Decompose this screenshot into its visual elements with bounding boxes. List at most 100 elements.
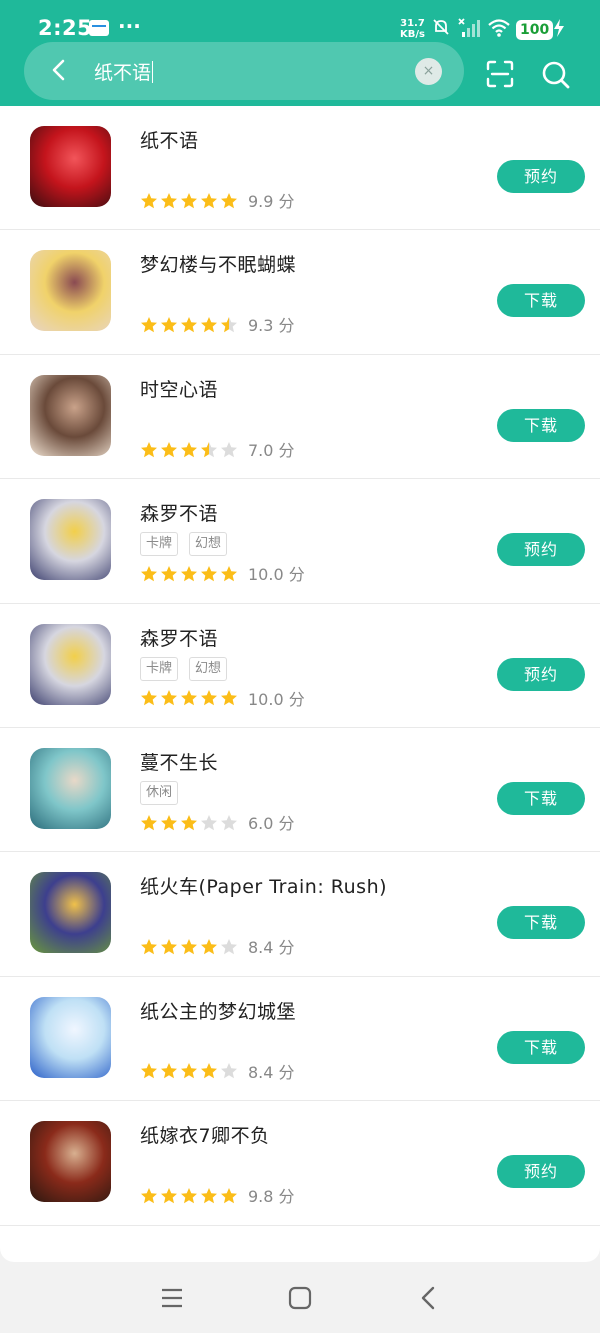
star-icon <box>221 565 237 582</box>
search-results-list: 纸不语 9.9 分预约 梦幻楼与不眠蝴蝶 9.3 分下载 时空心语 7.0 分下载 森罗不语… <box>0 106 600 1262</box>
star-icon <box>141 441 157 457</box>
app-icon[interactable] <box>30 1121 111 1203</box>
star-icon <box>201 317 217 333</box>
score-text: 8.4 分 <box>248 938 295 958</box>
category-tag: 幻想 <box>189 656 228 681</box>
charging-icon <box>553 18 565 42</box>
rating: 10.0 分 <box>140 686 305 709</box>
reserve-button[interactable]: 预约 <box>497 657 585 691</box>
back-arrow-icon[interactable] <box>48 58 72 82</box>
app-title[interactable]: 时空心语 <box>140 375 218 402</box>
app-title[interactable]: 森罗不语 <box>140 499 218 526</box>
result-row[interactable]: 梦幻楼与不眠蝴蝶 9.3 分 下载 <box>0 230 600 355</box>
download-button[interactable]: 下载 <box>497 1030 585 1064</box>
star-rating <box>140 688 240 708</box>
search-icon[interactable] <box>541 60 571 90</box>
rating: 9.3 分 <box>140 312 295 336</box>
app-icon[interactable] <box>30 499 111 581</box>
star-icon <box>161 1187 177 1204</box>
rating: 10.0 分 <box>140 561 305 584</box>
app-title[interactable]: 纸公主的梦幻城堡 <box>140 997 296 1024</box>
result-row[interactable]: 蔓不生长休闲 6.0 分 下载 <box>0 728 600 853</box>
star-icon <box>141 317 157 333</box>
star-icon <box>181 565 197 582</box>
score-text: 7.0 分 <box>248 440 295 460</box>
app-icon[interactable] <box>30 623 111 705</box>
score-text: 10.0 分 <box>248 689 305 709</box>
star-icon <box>181 939 197 955</box>
rating: 6.0 分 <box>140 810 295 833</box>
star-icon <box>141 192 157 208</box>
star-rating <box>140 1061 240 1081</box>
star-icon <box>221 939 237 955</box>
search-input[interactable]: 纸不语 <box>94 58 154 85</box>
reserve-button[interactable]: 预约 <box>497 160 585 193</box>
score-text: 9.3 分 <box>248 316 295 336</box>
app-title[interactable]: 纸不语 <box>140 126 199 153</box>
star-icon <box>141 1063 157 1079</box>
download-button[interactable]: 下载 <box>497 781 585 815</box>
mute-bell-icon <box>432 18 450 41</box>
reserve-button[interactable]: 预约 <box>497 1155 585 1189</box>
star-rating <box>140 812 240 832</box>
score-text: 6.0 分 <box>248 813 295 833</box>
system-nav-bar <box>0 1262 600 1333</box>
star-icon <box>161 690 177 706</box>
star-icon <box>201 192 217 208</box>
star-icon <box>181 1063 197 1079</box>
app-title[interactable]: 梦幻楼与不眠蝴蝶 <box>140 250 296 277</box>
app-icon[interactable] <box>30 996 111 1078</box>
app-icon[interactable] <box>30 250 111 332</box>
app-title[interactable]: 森罗不语 <box>140 624 218 651</box>
rating: 7.0 分 <box>140 437 295 460</box>
star-icon <box>201 1187 217 1204</box>
star-icon <box>201 690 217 706</box>
download-button[interactable]: 下载 <box>497 906 585 940</box>
result-row[interactable]: 森罗不语卡牌 幻想 10.0 分 预约 <box>0 479 600 604</box>
app-icon[interactable] <box>30 872 111 954</box>
result-row[interactable]: 纸不语 9.9 分 预约 <box>0 106 600 231</box>
result-row[interactable]: 森罗不语卡牌 幻想 10.0 分 预约 <box>0 604 600 728</box>
result-row[interactable]: 纸嫁衣7卿不负 9.8 分 预约 <box>0 1101 600 1226</box>
app-title[interactable]: 蔓不生长 <box>140 748 218 775</box>
app-title[interactable]: 纸火车(Paper Train: Rush) <box>140 872 387 899</box>
star-icon <box>221 192 237 208</box>
app-icon[interactable] <box>30 126 111 207</box>
reserve-button[interactable]: 预约 <box>497 533 585 567</box>
result-row[interactable]: 纸火车(Paper Train: Rush) 8.4 分 下载 <box>0 852 600 977</box>
recent-apps-icon[interactable] <box>161 1288 183 1308</box>
app-title[interactable]: 纸嫁衣7卿不负 <box>140 1121 270 1148</box>
star-icon <box>161 814 177 830</box>
star-rating <box>140 439 240 459</box>
star-icon <box>201 814 217 830</box>
star-rating <box>140 937 240 957</box>
star-icon <box>161 192 177 208</box>
star-icon <box>221 317 237 333</box>
star-icon <box>181 690 197 706</box>
scan-icon[interactable] <box>486 60 514 88</box>
download-button[interactable]: 下载 <box>497 408 585 442</box>
rating: 8.4 分 <box>140 1059 295 1082</box>
clear-icon[interactable]: × <box>415 58 442 85</box>
home-icon[interactable] <box>288 1286 312 1310</box>
rating: 8.4 分 <box>140 934 295 958</box>
star-icon <box>141 939 157 955</box>
result-row[interactable]: 时空心语 7.0 分 下载 <box>0 355 600 480</box>
category-tag: 卡牌 <box>140 656 179 681</box>
tag-list: 卡牌 幻想 <box>140 532 238 557</box>
star-icon <box>201 1063 217 1079</box>
download-button[interactable]: 下载 <box>497 284 585 318</box>
star-icon <box>161 1063 177 1079</box>
app-icon[interactable] <box>30 747 111 829</box>
star-rating <box>140 315 240 335</box>
nav-back-icon[interactable] <box>418 1286 438 1310</box>
app-icon[interactable] <box>30 374 111 456</box>
status-time: 2:25 <box>38 16 93 40</box>
tag-list: 卡牌 幻想 <box>140 656 238 681</box>
star-icon <box>221 690 237 706</box>
result-row[interactable]: 纸公主的梦幻城堡 8.4 分 下载 <box>0 977 600 1102</box>
category-tag: 休闲 <box>140 780 179 805</box>
star-icon <box>221 814 237 830</box>
search-bar[interactable] <box>24 42 464 100</box>
signal-icon <box>456 18 480 43</box>
